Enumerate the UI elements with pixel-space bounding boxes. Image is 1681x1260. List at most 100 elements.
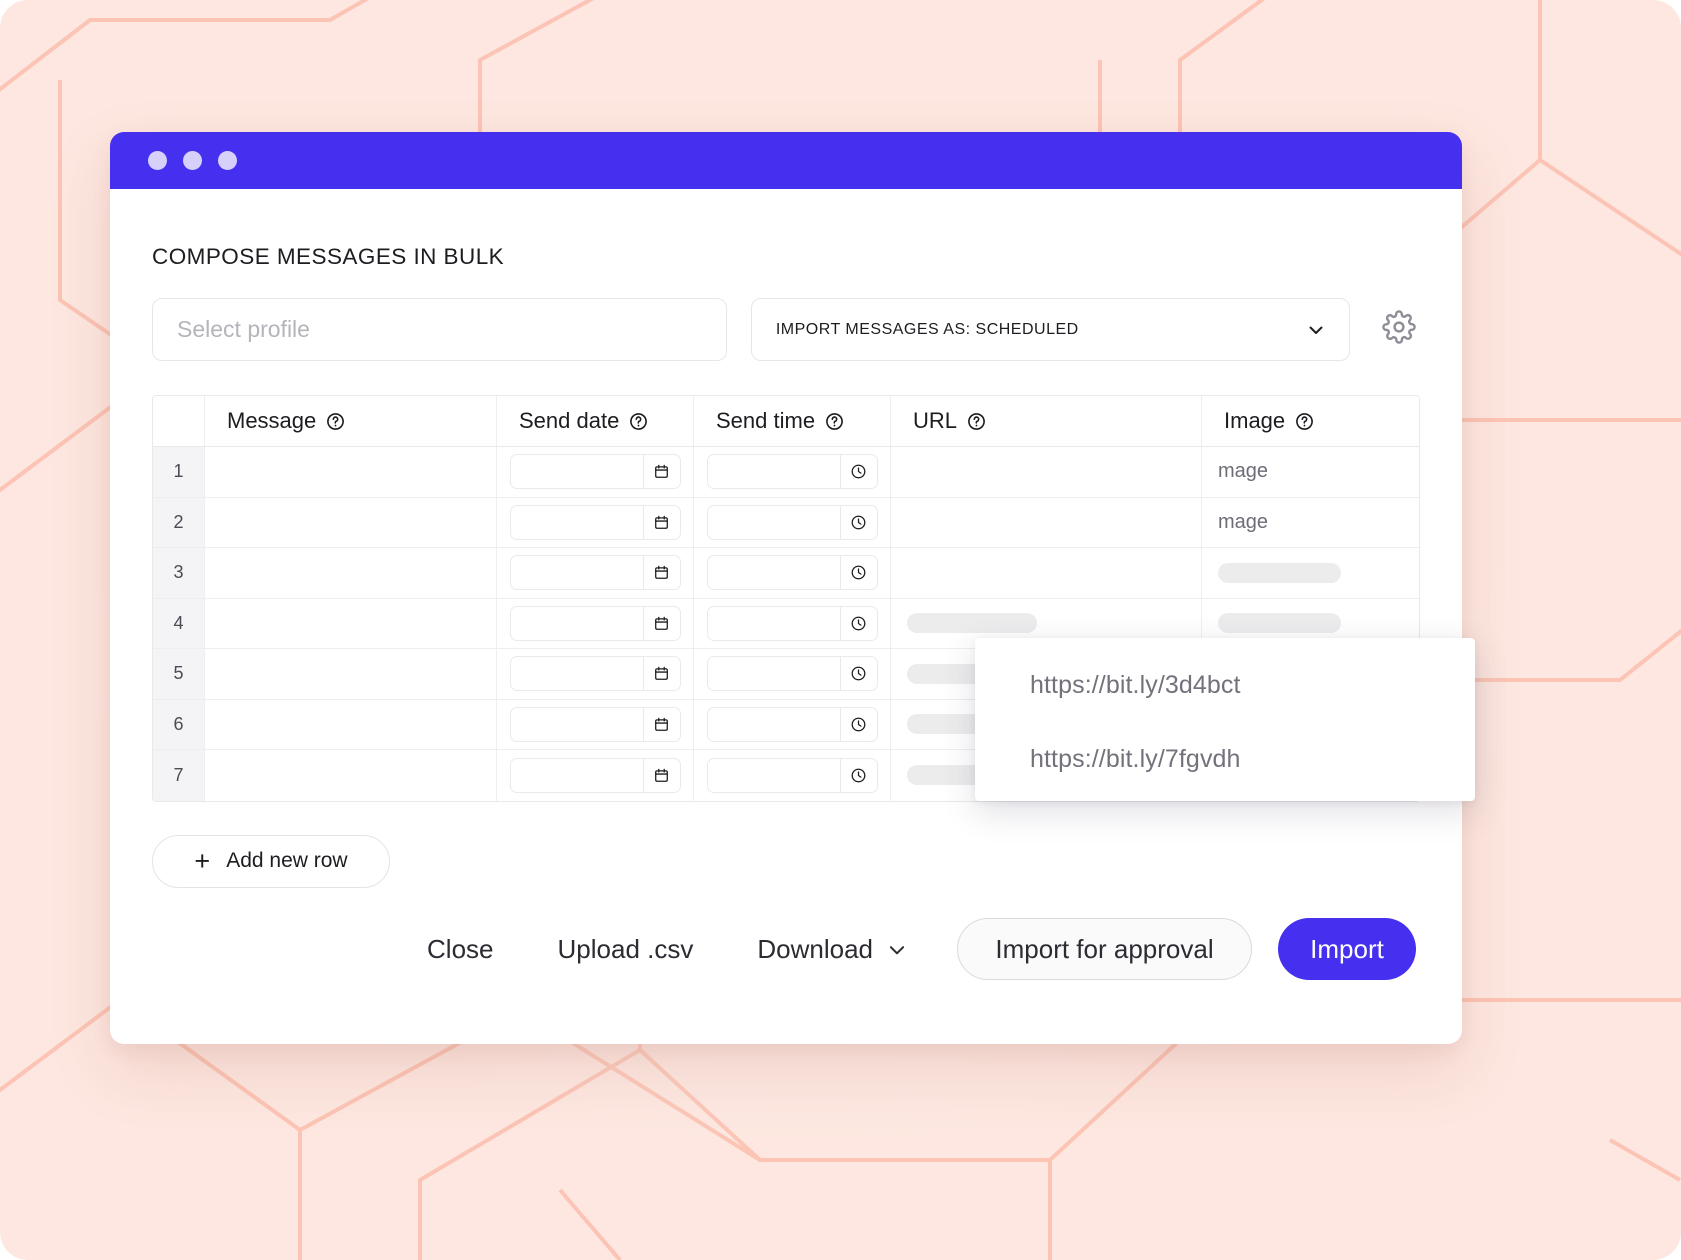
header-row-number	[153, 396, 205, 446]
header-message: Message	[205, 396, 497, 446]
window-dot-minimize[interactable]	[183, 151, 202, 170]
import-for-approval-button[interactable]: Import for approval	[957, 918, 1252, 980]
send-time-cell[interactable]	[694, 548, 891, 598]
row-number: 2	[153, 497, 205, 547]
send-date-cell[interactable]	[497, 447, 694, 497]
send-time-cell[interactable]	[694, 750, 891, 801]
header-send-date: Send date	[497, 396, 694, 446]
calendar-icon[interactable]	[642, 505, 680, 539]
send-time-input[interactable]	[706, 605, 878, 641]
url-suggestion-option[interactable]: https://bit.ly/7fgvdh	[975, 722, 1475, 796]
clock-icon[interactable]	[839, 657, 877, 691]
send-time-input[interactable]	[706, 555, 878, 591]
send-time-input[interactable]	[706, 454, 878, 490]
url-suggestions-dropdown[interactable]: https://bit.ly/3d4bct https://bit.ly/7fg…	[975, 638, 1475, 801]
calendar-icon[interactable]	[642, 556, 680, 590]
message-cell[interactable]	[205, 699, 497, 749]
message-cell[interactable]	[205, 598, 497, 648]
question-circle-icon[interactable]	[967, 412, 986, 431]
send-date-input[interactable]	[509, 757, 681, 793]
send-date-input[interactable]	[509, 555, 681, 591]
image-cell[interactable]	[1202, 548, 1419, 598]
app-window: COMPOSE MESSAGES IN BULK Select profile …	[110, 132, 1475, 1044]
header-send-date-label: Send date	[519, 408, 620, 433]
import-button[interactable]: Import	[1278, 918, 1416, 980]
question-circle-icon[interactable]	[1295, 412, 1314, 431]
question-circle-icon[interactable]	[825, 412, 844, 431]
image-cell[interactable]: mage	[1202, 447, 1419, 497]
upload-csv-button[interactable]: Upload .csv	[526, 934, 726, 965]
send-time-input[interactable]	[706, 504, 878, 540]
send-time-cell[interactable]	[694, 699, 891, 749]
page-title: COMPOSE MESSAGES IN BULK	[152, 244, 505, 269]
clock-icon[interactable]	[839, 505, 877, 539]
send-date-cell[interactable]	[497, 649, 694, 699]
calendar-icon[interactable]	[642, 455, 680, 489]
download-label: Download	[757, 933, 873, 964]
window-dot-close[interactable]	[148, 151, 167, 170]
message-cell[interactable]	[205, 649, 497, 699]
import-messages-as-dropdown[interactable]: IMPORT MESSAGES AS: SCHEDULED	[750, 298, 1351, 361]
send-time-cell[interactable]	[694, 598, 891, 648]
message-cell[interactable]	[205, 548, 497, 598]
send-time-input[interactable]	[706, 757, 878, 793]
profile-select-placeholder: Select profile	[177, 316, 310, 342]
calendar-icon[interactable]	[642, 606, 680, 640]
header-send-time: Send time	[694, 396, 891, 446]
send-date-input[interactable]	[509, 656, 681, 692]
send-time-input[interactable]	[706, 656, 878, 692]
add-new-row-button[interactable]: + Add new row	[152, 834, 390, 888]
download-button[interactable]: Download	[725, 934, 937, 965]
table-row: 1mage×	[153, 447, 1419, 498]
window-body: COMPOSE MESSAGES IN BULK Select profile …	[110, 189, 1475, 888]
add-image-label: mage	[1218, 510, 1269, 533]
clock-icon[interactable]	[839, 707, 877, 741]
footer-actions: Close Upload .csv Download Import for ap…	[110, 918, 1462, 980]
message-cell[interactable]	[205, 447, 497, 497]
chevron-down-icon	[887, 940, 905, 958]
send-time-cell[interactable]	[694, 447, 891, 497]
table-header-row: Message Send date Send time URL Image	[153, 396, 1419, 447]
calendar-icon[interactable]	[642, 707, 680, 741]
url-suggestion-option[interactable]: https://bit.ly/3d4bct	[975, 648, 1475, 722]
message-cell[interactable]	[205, 750, 497, 801]
send-date-cell[interactable]	[497, 548, 694, 598]
close-button[interactable]: Close	[395, 934, 525, 965]
gear-icon	[1382, 310, 1416, 349]
clock-icon[interactable]	[839, 606, 877, 640]
row-number: 4	[153, 598, 205, 648]
question-circle-icon[interactable]	[326, 412, 345, 431]
send-date-input[interactable]	[509, 605, 681, 641]
url-cell[interactable]	[891, 548, 1202, 598]
clock-icon[interactable]	[839, 758, 877, 792]
url-cell[interactable]	[891, 447, 1202, 497]
image-skeleton	[1218, 613, 1341, 634]
send-date-input[interactable]	[509, 706, 681, 742]
header-message-label: Message	[227, 408, 317, 433]
question-circle-icon[interactable]	[629, 412, 648, 431]
send-time-input[interactable]	[706, 706, 878, 742]
calendar-icon[interactable]	[642, 758, 680, 792]
url-cell[interactable]	[891, 497, 1202, 547]
clock-icon[interactable]	[839, 556, 877, 590]
header-url: URL	[891, 396, 1202, 446]
row-number: 3	[153, 548, 205, 598]
send-date-cell[interactable]	[497, 598, 694, 648]
header-image-label: Image	[1224, 408, 1286, 433]
chevron-down-icon	[1307, 321, 1325, 339]
settings-button[interactable]	[1378, 309, 1420, 351]
send-date-input[interactable]	[509, 504, 681, 540]
row-number: 7	[153, 750, 205, 801]
message-cell[interactable]	[205, 497, 497, 547]
clock-icon[interactable]	[839, 455, 877, 489]
send-date-input[interactable]	[509, 454, 681, 490]
send-date-cell[interactable]	[497, 750, 694, 801]
calendar-icon[interactable]	[642, 657, 680, 691]
profile-select-input[interactable]: Select profile	[152, 298, 727, 361]
send-date-cell[interactable]	[497, 699, 694, 749]
send-date-cell[interactable]	[497, 497, 694, 547]
window-dot-maximize[interactable]	[218, 151, 237, 170]
send-time-cell[interactable]	[694, 649, 891, 699]
image-cell[interactable]: mage	[1202, 497, 1419, 547]
send-time-cell[interactable]	[694, 497, 891, 547]
